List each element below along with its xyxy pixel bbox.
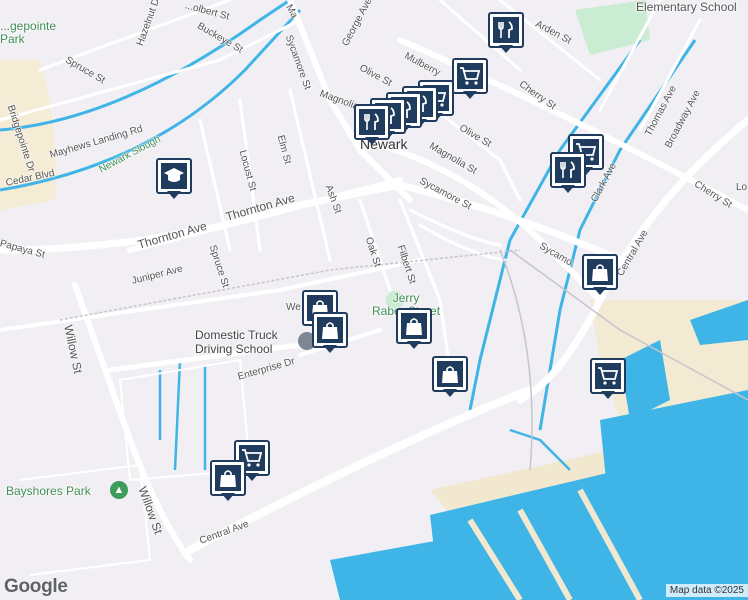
shopping-cart-icon: [595, 363, 621, 389]
shopping-bag-icon: [587, 259, 613, 285]
shopping-bag-marker[interactable]: [210, 460, 246, 504]
street-label-lo-partial: Lo: [736, 182, 748, 193]
shopping-bag-icon: [317, 317, 343, 343]
fork-knife-icon: [493, 17, 519, 43]
park-tree-icon[interactable]: ▲: [110, 481, 128, 499]
fork-knife-icon: [359, 109, 385, 135]
elementary-school-label: Elementary School: [636, 0, 737, 14]
water-salt-pond: [330, 540, 460, 600]
shopping-bag-marker[interactable]: [396, 308, 432, 352]
graduation-cap-icon: [161, 163, 187, 189]
canal: [158, 359, 207, 471]
shopping-bag-marker[interactable]: [432, 356, 468, 400]
street-label-we-partial: We: [286, 302, 301, 313]
fork-knife-icon: [555, 157, 581, 183]
restaurant-marker[interactable]: [550, 152, 586, 196]
park-label-bayshores-park: Bayshores Park: [6, 484, 91, 498]
school-marker[interactable]: [156, 158, 192, 202]
shopping-bag-marker[interactable]: [582, 254, 618, 298]
restaurant-marker[interactable]: [354, 104, 390, 148]
shopping-bag-marker[interactable]: [312, 312, 348, 356]
poi-label-domestic-truck-driving-school: Domestic Truck Driving School: [195, 328, 278, 356]
map-attribution[interactable]: Map data ©2025: [665, 584, 748, 597]
map-canvas[interactable]: Elementary School ...gepointe Park Arden…: [0, 0, 748, 600]
grocery-marker[interactable]: [590, 358, 626, 402]
google-logo: Google: [4, 576, 68, 597]
shopping-bag-icon: [401, 313, 427, 339]
grocery-marker[interactable]: [452, 58, 488, 102]
restaurant-marker[interactable]: [488, 12, 524, 56]
shopping-bag-icon: [215, 465, 241, 491]
shopping-cart-icon: [457, 63, 483, 89]
park-label-topleft: ...gepointe Park: [0, 19, 57, 46]
shopping-bag-icon: [437, 361, 463, 387]
